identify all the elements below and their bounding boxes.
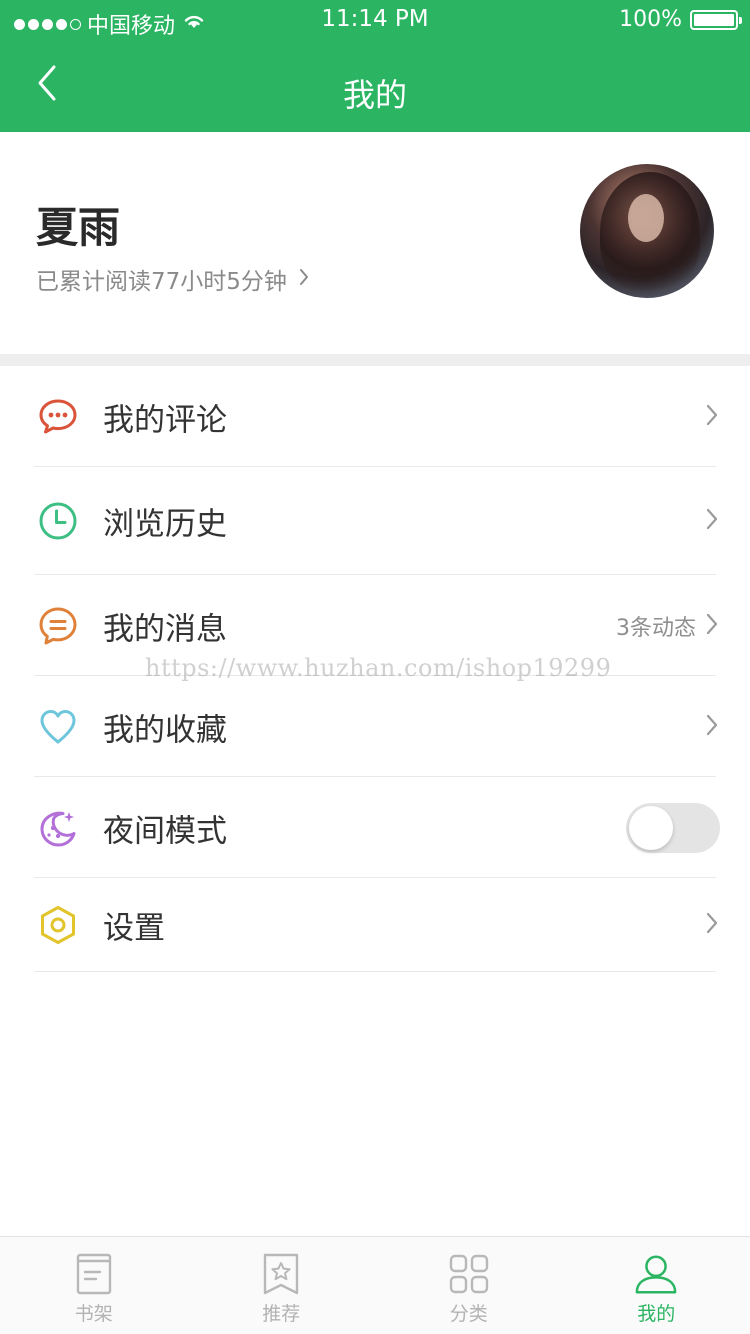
- menu-item-label: 设置: [103, 910, 165, 947]
- tab-bookshelf[interactable]: 书架: [0, 1237, 188, 1334]
- menu-item-my-comments[interactable]: 我的评论: [0, 366, 750, 467]
- night-mode-toggle[interactable]: [626, 802, 720, 853]
- profile-card: 夏雨 已累计阅读77小时5分钟: [0, 132, 750, 354]
- page-title: 我的: [342, 76, 407, 114]
- chevron-right-icon: [706, 404, 718, 430]
- section-divider: [0, 354, 750, 366]
- comment-bubble-icon: [36, 395, 80, 439]
- tab-label: 推荐: [262, 1303, 301, 1325]
- chevron-right-icon: [706, 508, 718, 534]
- bookshelf-icon: [71, 1251, 117, 1297]
- nav-bar: 我的: [0, 40, 750, 132]
- updates-count-badge: 3条动态: [616, 615, 696, 641]
- tab-categories[interactable]: 分类: [375, 1237, 563, 1334]
- battery-percent: 100%: [619, 7, 682, 32]
- menu-item-favorites[interactable]: 我的收藏: [0, 676, 750, 777]
- watermark-text: https://www.huzhan.com/ishop19299: [145, 654, 612, 682]
- battery-icon: [690, 9, 742, 30]
- message-icon: [36, 604, 80, 648]
- tab-label: 我的: [637, 1303, 676, 1325]
- status-bar: 中国移动 11:14 PM 100%: [0, 0, 750, 40]
- menu-item-label: 我的消息: [103, 611, 227, 647]
- tab-label: 书架: [74, 1303, 113, 1325]
- chevron-right-icon: [299, 266, 309, 292]
- menu-item-settings[interactable]: 设置: [0, 878, 750, 972]
- user-name: 夏雨: [36, 203, 121, 252]
- status-right: 100%: [619, 7, 742, 32]
- heart-icon: [36, 705, 80, 749]
- grid-icon: [446, 1251, 492, 1297]
- chevron-right-icon: [706, 714, 718, 740]
- tab-profile[interactable]: 我的: [563, 1237, 750, 1334]
- menu-item-label: 浏览历史: [103, 506, 227, 543]
- tab-label: 分类: [449, 1303, 488, 1325]
- settings-hexagon-icon: [36, 903, 80, 947]
- chevron-right-icon: [706, 613, 718, 639]
- person-icon: [633, 1251, 679, 1297]
- tab-bar: 书架 推荐 分类 我的: [0, 1236, 750, 1334]
- menu-item-label: 夜间模式: [103, 813, 227, 849]
- reading-time-text: 已累计阅读77小时5分钟: [36, 269, 287, 295]
- menu-item-history[interactable]: 浏览历史: [0, 467, 750, 575]
- reading-time-link[interactable]: 已累计阅读77小时5分钟: [36, 262, 309, 296]
- moon-icon: [36, 806, 80, 850]
- menu-item-label: 我的收藏: [103, 712, 227, 748]
- star-bookmark-icon: [258, 1251, 304, 1297]
- toggle-knob: [629, 805, 673, 850]
- tab-recommend[interactable]: 推荐: [188, 1237, 376, 1334]
- clock-icon: [36, 499, 80, 543]
- menu-item-label: 我的评论: [103, 402, 227, 438]
- avatar[interactable]: [580, 164, 714, 298]
- chevron-right-icon: [706, 912, 718, 938]
- menu-item-night-mode: 夜间模式: [0, 777, 750, 878]
